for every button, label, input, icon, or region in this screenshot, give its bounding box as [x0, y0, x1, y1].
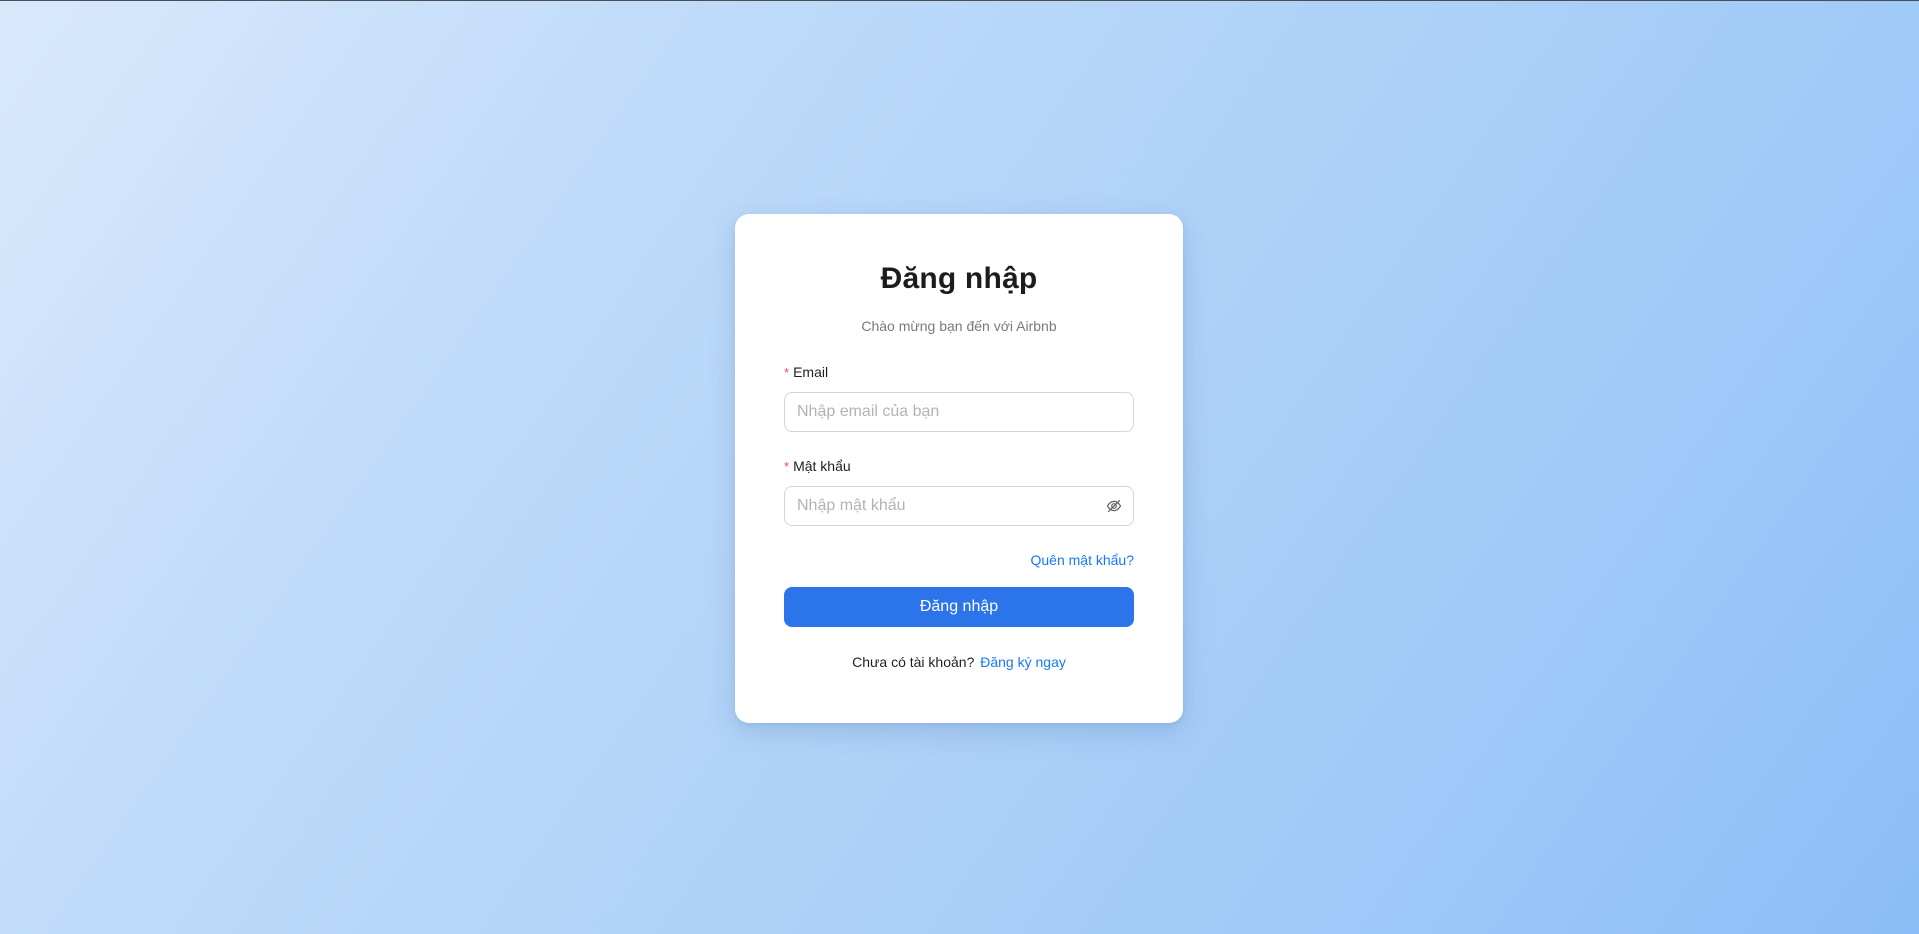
eye-invisible-icon[interactable]: [1106, 498, 1122, 514]
page-subtitle: Chào mừng bạn đến với Airbnb: [861, 318, 1057, 334]
password-input[interactable]: [785, 487, 1085, 525]
required-mark: *: [784, 365, 790, 380]
password-label-text: Mật khẩu: [793, 458, 851, 474]
no-account-text: Chưa có tài khoản?: [852, 654, 975, 670]
forgot-password-link[interactable]: Quên mật khẩu?: [1030, 552, 1134, 568]
login-button[interactable]: Đăng nhập: [784, 587, 1134, 627]
password-field: [784, 486, 1134, 526]
register-prompt: Chưa có tài khoản? Đăng ký ngay: [735, 654, 1183, 670]
email-label-text: Email: [793, 364, 829, 380]
password-label: * Mật khẩu: [784, 458, 851, 474]
required-mark: *: [784, 459, 790, 474]
register-link[interactable]: Đăng ký ngay: [980, 654, 1066, 670]
page-title: Đăng nhập: [880, 262, 1038, 295]
login-card: Đăng nhập Chào mừng bạn đến với Airbnb *…: [735, 214, 1183, 723]
window-top-border: [0, 0, 1919, 1]
email-input[interactable]: [784, 392, 1134, 432]
email-label: * Email: [784, 364, 828, 380]
